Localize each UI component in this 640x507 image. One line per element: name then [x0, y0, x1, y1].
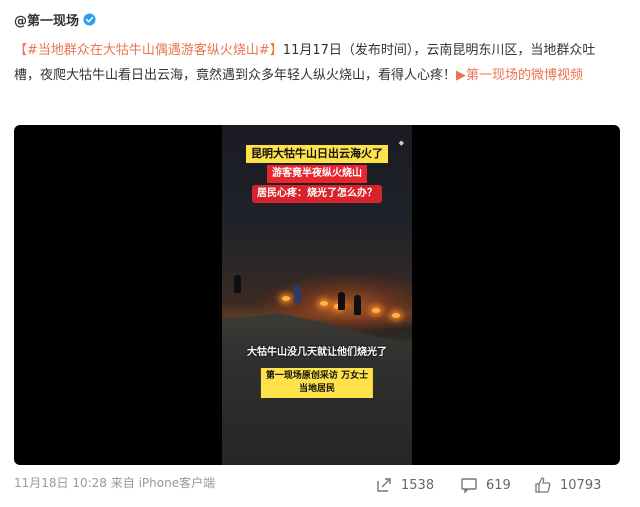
- fire-spot: [392, 313, 400, 318]
- interview-line1: 第一现场原创采访 万女士: [265, 371, 369, 381]
- comment-icon: [461, 478, 477, 494]
- interview-caption: 第一现场原创采访 万女士 当地居民: [260, 368, 374, 398]
- fire-spot: [372, 308, 380, 313]
- person-silhouette: [338, 292, 345, 310]
- fire-spot: [282, 296, 290, 301]
- video-subtitle: 大牯牛山没几天就让他们烧光了: [247, 347, 387, 358]
- post-time-source[interactable]: 11月18日 10:28 来自 iPhone客户端: [14, 474, 215, 491]
- video-player[interactable]: ◆ 昆明大牯牛山日出云海火了 游客竟半夜纵火烧山 居民心疼：烧光了怎么办？ 大牯…: [14, 125, 620, 465]
- caption-red: 游客竟半夜纵火烧山: [267, 165, 367, 183]
- fire-spot: [320, 301, 328, 306]
- repost-button[interactable]: 1538: [375, 473, 434, 497]
- comment-count: 619: [486, 477, 511, 493]
- hashtag-link[interactable]: 【#当地群众在大牯牛山偶遇游客纵火烧山#】: [14, 43, 283, 58]
- watermark: ◆: [398, 139, 404, 147]
- caption-top: 昆明大牯牛山日出云海火了: [246, 145, 388, 163]
- thumbs-up-icon: [535, 477, 551, 493]
- person-silhouette: [354, 295, 361, 315]
- repost-icon: [377, 478, 391, 492]
- like-count: 10793: [560, 477, 602, 493]
- person-silhouette: [294, 285, 301, 303]
- author-name[interactable]: @第一现场: [14, 10, 79, 29]
- author-row: @第一现场: [14, 8, 96, 30]
- verified-badge-icon: [83, 12, 96, 26]
- video-link[interactable]: 第一现场的微博视频: [466, 68, 583, 83]
- comment-button[interactable]: 619: [460, 473, 511, 497]
- video-frame[interactable]: ◆ 昆明大牯牛山日出云海火了 游客竟半夜纵火烧山 居民心疼：烧光了怎么办？ 大牯…: [222, 125, 412, 465]
- person-silhouette: [234, 275, 241, 293]
- repost-count: 1538: [401, 477, 435, 493]
- post-text: 【#当地群众在大牯牛山偶遇游客纵火烧山#】11月17日（发布时间），云南昆明东川…: [14, 38, 618, 88]
- caption-question: 居民心疼：烧光了怎么办？: [252, 185, 382, 203]
- interview-line2: 当地居民: [298, 384, 336, 394]
- like-button[interactable]: 10793: [534, 473, 601, 497]
- video-link-icon[interactable]: ▶︎: [456, 68, 466, 83]
